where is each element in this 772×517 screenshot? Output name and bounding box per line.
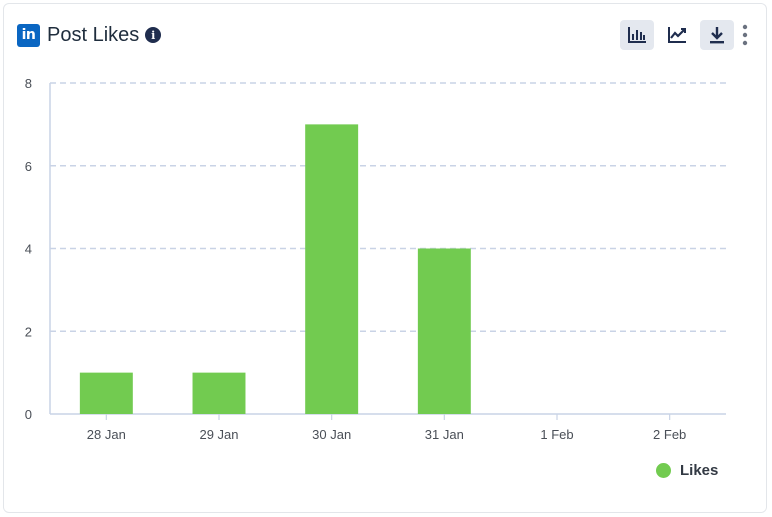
bar-28-jan xyxy=(79,372,133,414)
bar-29-jan xyxy=(192,372,246,414)
x-tick-label: 1 Feb xyxy=(540,427,573,442)
x-tick-label: 29 Jan xyxy=(199,427,238,442)
y-tick-label: 2 xyxy=(25,324,32,339)
x-tick-label: 31 Jan xyxy=(425,427,464,442)
y-tick-label: 8 xyxy=(25,76,32,91)
x-tick-label: 28 Jan xyxy=(87,427,126,442)
chart-legend[interactable]: Likes xyxy=(656,462,718,479)
y-tick-label: 0 xyxy=(25,407,32,422)
legend-label-likes: Likes xyxy=(680,462,719,479)
x-tick-label: 2 Feb xyxy=(653,427,686,442)
y-tick-label: 6 xyxy=(25,159,32,174)
bar-chart: 0 2 4 6 8 28 Jan 29 Jan 30 Jan 31 Jan 1 Feb 2 Feb xyxy=(25,76,726,442)
bar-31-jan xyxy=(417,248,471,414)
bar-30-jan xyxy=(305,124,359,414)
x-tick-label: 30 Jan xyxy=(312,427,351,442)
legend-swatch-likes xyxy=(656,463,671,478)
y-tick-label: 4 xyxy=(25,242,32,257)
